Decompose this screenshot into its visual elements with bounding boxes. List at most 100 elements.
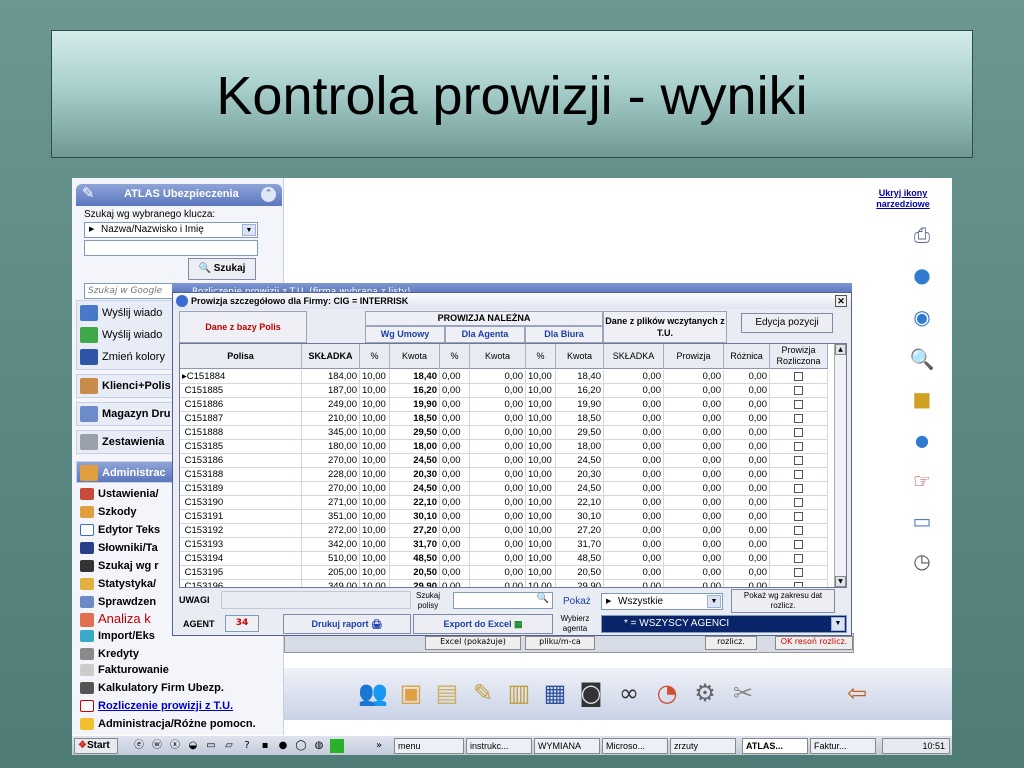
settled-checkbox[interactable]	[770, 580, 828, 587]
quicklaunch-globe-icon[interactable]: ●	[276, 739, 290, 753]
show-filter-select[interactable]: ▶ Wszystkie ▼	[601, 593, 723, 610]
google-search-input[interactable]: Szukaj w Google	[84, 283, 184, 299]
users-icon[interactable]: 👥	[356, 676, 390, 710]
chevron-down-icon[interactable]: ▼	[242, 224, 256, 236]
folder-icon[interactable]: ▤	[430, 676, 464, 710]
vertical-scrollbar[interactable]: ▲ ▼	[834, 344, 846, 587]
table-row[interactable]: C153188 228,00 10,00 20,30 0,00 0,00 10,00 20,3…	[180, 468, 840, 482]
search-input[interactable]	[84, 240, 258, 256]
camera-icon[interactable]: ◙	[574, 676, 608, 710]
column-header[interactable]: %	[360, 344, 390, 369]
checkbox-icon[interactable]	[794, 442, 803, 451]
checkbox-icon[interactable]	[794, 428, 803, 437]
menu-search-by[interactable]: Szukaj wg r	[80, 560, 159, 573]
magnifier-icon[interactable]: 🔍	[908, 346, 936, 372]
settled-checkbox[interactable]	[770, 552, 828, 566]
taskbar-faktur[interactable]: Faktur...	[810, 738, 876, 754]
taskbar-microsoft[interactable]: Microso...	[602, 738, 668, 754]
settled-checkbox[interactable]	[770, 468, 828, 482]
section-forms-item[interactable]: Magazyn Dru	[80, 406, 170, 422]
checkbox-icon[interactable]	[794, 498, 803, 507]
table-row[interactable]: C153192 272,00 10,00 27,20 0,00 0,00 10,00 27,2…	[180, 524, 840, 538]
menu-claims[interactable]: Szkody	[80, 506, 137, 519]
search-policy-input[interactable]: 🔍	[453, 592, 553, 609]
checkbox-icon[interactable]	[794, 484, 803, 493]
settled-checkbox[interactable]	[770, 524, 828, 538]
table-row[interactable]: C151886 249,00 10,00 19,90 0,00 0,00 10,00 19,9…	[180, 398, 840, 412]
overflow-chevron-icon[interactable]: »	[372, 739, 386, 753]
settled-checkbox[interactable]	[770, 398, 828, 412]
checkbox-icon[interactable]	[794, 414, 803, 423]
change-colors-item[interactable]: Zmień kolory	[80, 349, 165, 365]
quicklaunch-opera-icon[interactable]: ◯	[294, 739, 308, 753]
checkbox-icon[interactable]	[794, 386, 803, 395]
checkbox-icon[interactable]	[794, 512, 803, 521]
magnifier-icon[interactable]: 🔍	[537, 593, 549, 604]
quicklaunch-save-icon[interactable]: ▪	[258, 739, 272, 753]
menu-import-export[interactable]: Import/Eks	[80, 630, 155, 643]
settled-checkbox[interactable]	[770, 440, 828, 454]
date-range-button[interactable]: Pokaż wg zakresu dat rozlicz.	[731, 589, 835, 613]
menu-credits[interactable]: Kredyty	[80, 648, 139, 661]
column-header[interactable]: Prowizja	[664, 344, 724, 369]
checkbox-icon[interactable]	[794, 554, 803, 563]
uwagi-field[interactable]	[221, 591, 411, 609]
chart-document-icon[interactable]: ◔	[650, 676, 684, 710]
tools-icon[interactable]: ✂	[726, 676, 760, 710]
chevron-down-icon[interactable]: ▼	[707, 595, 721, 608]
agent-select[interactable]: * = WSZYSCY AGENCI ▼	[601, 615, 847, 633]
scroll-down-icon[interactable]: ▼	[835, 576, 846, 587]
quicklaunch-green-icon[interactable]	[330, 739, 344, 753]
hand-pointer-icon[interactable]: ☞	[908, 468, 936, 494]
clock-icon[interactable]: ◷	[908, 548, 936, 574]
column-header[interactable]: Kwota	[470, 344, 526, 369]
quicklaunch-help-icon[interactable]: ?	[240, 739, 254, 753]
scroll-up-icon[interactable]: ▲	[835, 344, 846, 355]
settled-checkbox[interactable]	[770, 566, 828, 580]
send-message-item-1[interactable]: Wyślij wiado	[80, 305, 162, 321]
behind-file-button[interactable]: pliku/m-ca	[525, 636, 595, 650]
menu-settings[interactable]: Ustawienia/	[80, 488, 159, 501]
column-header[interactable]: Kwota	[390, 344, 440, 369]
table-row[interactable]: C153193 342,00 10,00 31,70 0,00 0,00 10,00 31,7…	[180, 538, 840, 552]
table-row[interactable]: C153194 510,00 10,00 48,50 0,00 0,00 10,00 48,5…	[180, 552, 840, 566]
menu-statistics[interactable]: Statystyka/	[80, 578, 156, 591]
binoculars-icon[interactable]: ∞	[612, 676, 646, 710]
table-row[interactable]: C153186 270,00 10,00 24,50 0,00 0,00 10,00 24,5…	[180, 454, 840, 468]
export-excel-button[interactable]: Export do Excel ▦	[413, 614, 553, 634]
table-row[interactable]: ▸C151884 184,00 10,00 18,40 0,00 0,00 10,00 18,…	[180, 370, 840, 384]
globe-refresh-icon[interactable]: ◉	[908, 304, 936, 330]
notepad-icon[interactable]: ▥	[502, 676, 536, 710]
table-row[interactable]: C153191 351,00 10,00 30,10 0,00 0,00 10,00 30,1…	[180, 510, 840, 524]
settled-checkbox[interactable]	[770, 370, 828, 384]
taskbar-menu[interactable]: menu	[394, 738, 464, 754]
section-clients-item[interactable]: Klienci+Polis	[80, 378, 171, 394]
menu-dictionaries[interactable]: Słowniki/Ta	[80, 542, 158, 555]
menu-text-editor[interactable]: Edytor Teks	[80, 524, 160, 537]
settled-checkbox[interactable]	[770, 510, 828, 524]
menu-analysis[interactable]: Analiza k	[80, 611, 151, 627]
settled-checkbox[interactable]	[770, 538, 828, 552]
menu-calculators[interactable]: Kalkulatory Firm Ubezp.	[80, 682, 224, 695]
checkbox-icon[interactable]	[794, 470, 803, 479]
table-row[interactable]: C153189 270,00 10,00 24,50 0,00 0,00 10,00 24,5…	[180, 482, 840, 496]
column-header[interactable]: Różnica	[724, 344, 770, 369]
settled-checkbox[interactable]	[770, 412, 828, 426]
start-button[interactable]: ❖Start	[74, 738, 118, 754]
table-row[interactable]: C151885 187,00 10,00 16,20 0,00 0,00 10,00 16,2…	[180, 384, 840, 398]
checkbox-icon[interactable]	[794, 400, 803, 409]
checkbox-icon[interactable]	[794, 456, 803, 465]
menu-checks[interactable]: Sprawdzen	[80, 596, 156, 609]
column-header[interactable]: SKŁADKA	[604, 344, 664, 369]
table-row[interactable]: C153190 271,00 10,00 22,10 0,00 0,00 10,00 22,1…	[180, 496, 840, 510]
section-admin-item[interactable]: Administrac	[80, 465, 166, 481]
checkbox-icon[interactable]	[794, 568, 803, 577]
quicklaunch-excel-icon[interactable]: ⓧ	[168, 739, 182, 753]
quicklaunch-ie-icon[interactable]: ⓔ	[132, 739, 146, 753]
table-row[interactable]: C153196 349,00 10,00 29,90 0,00 0,00 10,00 29,9…	[180, 580, 840, 587]
column-header[interactable]: Kwota	[556, 344, 604, 369]
print-report-button[interactable]: Drukuj raport 🖨	[283, 614, 411, 634]
behind-ok-button[interactable]: OK resoń rozlicz.	[775, 636, 853, 650]
taskbar-wymiana[interactable]: WYMIANA	[534, 738, 600, 754]
table-row[interactable]: C153195 205,00 10,00 20,50 0,00 0,00 10,00 20,5…	[180, 566, 840, 580]
